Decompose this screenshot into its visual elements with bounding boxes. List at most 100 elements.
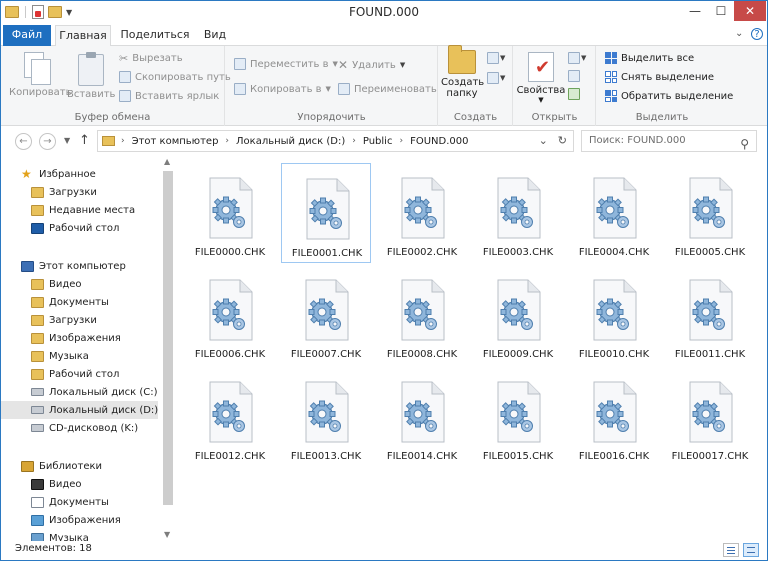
search-icon[interactable]: ⚲ <box>740 134 749 154</box>
file-item[interactable]: FILE0007.CHK <box>281 265 371 365</box>
nav-pc-downloads[interactable]: Загрузки <box>1 311 161 329</box>
file-name: FILE0011.CHK <box>674 349 746 360</box>
properties-button[interactable]: Свойства ▼ <box>516 50 566 104</box>
select-all-button[interactable]: Выделить все <box>605 52 694 64</box>
nav-lib-video[interactable]: Видео <box>1 475 161 493</box>
history-icon[interactable] <box>568 88 580 100</box>
breadcrumb-disk-d[interactable]: Локальный диск (D:) <box>236 136 345 147</box>
system-file-gear-icon <box>398 176 446 240</box>
breadcrumb-public[interactable]: Public <box>363 136 393 147</box>
file-item[interactable]: FILE0005.CHK <box>665 163 755 263</box>
system-file-gear-icon <box>206 278 254 342</box>
recent-locations-icon[interactable]: ▼ <box>64 136 70 145</box>
nav-downloads[interactable]: Загрузки <box>1 183 161 201</box>
ribbon-expand-icon[interactable]: ⌄ <box>735 28 743 39</box>
delete-button[interactable]: ✕ Удалить ▼ <box>338 58 405 72</box>
chevron-right-icon[interactable]: › <box>352 136 356 146</box>
file-item[interactable]: FILE0003.CHK <box>473 163 563 263</box>
file-item[interactable]: FILE0008.CHK <box>377 265 467 365</box>
nav-label: Загрузки <box>49 314 97 326</box>
tab-view[interactable]: Вид <box>197 25 233 46</box>
file-item[interactable]: FILE0001.CHK <box>281 163 371 263</box>
nav-pc-music[interactable]: Музыка <box>1 347 161 365</box>
rename-button[interactable]: Переименовать <box>338 83 437 95</box>
new-folder-label-2: папку <box>446 88 478 99</box>
nav-pc-desktop[interactable]: Рабочий стол <box>1 365 161 383</box>
nav-disk-c[interactable]: Локальный диск (C:) <box>1 383 161 401</box>
chevron-right-icon: › <box>121 136 125 146</box>
nav-pc-pictures[interactable]: Изображения <box>1 329 161 347</box>
nav-cd-drive[interactable]: CD-дисковод (K:) <box>1 419 161 437</box>
invert-selection-button[interactable]: Обратить выделение <box>605 90 733 102</box>
chevron-right-icon[interactable]: › <box>399 136 403 146</box>
open-button[interactable]: ▼ <box>568 52 586 64</box>
nav-desktop[interactable]: Рабочий стол <box>1 219 161 237</box>
file-item[interactable]: FILE0012.CHK <box>185 367 275 467</box>
cd-drive-icon <box>31 424 44 432</box>
nav-disk-d[interactable]: Локальный диск (D:) <box>1 401 158 419</box>
back-button[interactable]: ← <box>15 133 32 150</box>
large-icons-view-button[interactable] <box>743 543 759 557</box>
address-bar[interactable]: › Этот компьютер › Локальный диск (D:) ›… <box>97 130 574 152</box>
new-folder-button[interactable]: Создать папку <box>441 45 484 99</box>
file-item[interactable]: FILE0009.CHK <box>473 265 563 365</box>
system-file-gear-icon <box>302 380 350 444</box>
nav-favorites[interactable]: ★ Избранное <box>1 165 161 183</box>
nav-recent[interactable]: Недавние места <box>1 201 161 219</box>
minimize-button[interactable]: — <box>682 1 708 21</box>
breadcrumb-found[interactable]: FOUND.000 <box>410 136 468 147</box>
copy-button[interactable]: Копировать <box>9 50 71 98</box>
scroll-down-icon[interactable]: ▼ <box>164 530 170 539</box>
tab-home[interactable]: Главная <box>55 25 111 47</box>
nav-label: Рабочий стол <box>49 368 120 380</box>
move-to-button[interactable]: Переместить в ▼ <box>234 58 338 70</box>
nav-lib-documents[interactable]: Документы <box>1 493 161 511</box>
file-item[interactable]: FILE0002.CHK <box>377 163 467 263</box>
nav-this-pc[interactable]: Этот компьютер <box>1 257 161 275</box>
address-dropdown-icon[interactable]: ⌄ <box>539 134 548 147</box>
file-item[interactable]: FILE0006.CHK <box>185 265 275 365</box>
file-item[interactable]: FILE0004.CHK <box>569 163 659 263</box>
nav-pc-documents[interactable]: Документы <box>1 293 161 311</box>
tab-share[interactable]: Поделиться <box>115 25 195 46</box>
scroll-up-icon[interactable]: ▲ <box>164 157 170 166</box>
breadcrumb-this-pc[interactable]: Этот компьютер <box>132 136 219 147</box>
file-item[interactable]: FILE0014.CHK <box>377 367 467 467</box>
chevron-right-icon[interactable]: › <box>225 136 229 146</box>
file-name: FILE0004.CHK <box>578 247 650 258</box>
nav-lib-pictures[interactable]: Изображения <box>1 511 161 529</box>
paste-shortcut-button[interactable]: Вставить ярлык <box>119 90 219 102</box>
select-none-button[interactable]: Снять выделение <box>605 71 714 83</box>
easy-access-button[interactable]: ▼ <box>487 72 505 84</box>
tab-file[interactable]: Файл <box>3 25 51 46</box>
file-item[interactable]: FILE0000.CHK <box>185 163 275 263</box>
file-item[interactable]: FILE0015.CHK <box>473 367 563 467</box>
file-item[interactable]: FILE0013.CHK <box>281 367 371 467</box>
nav-lib-music[interactable]: Музыка <box>1 529 161 541</box>
file-name: FILE0010.CHK <box>578 349 650 360</box>
nav-libraries[interactable]: Библиотеки <box>1 457 161 475</box>
maximize-button[interactable]: ☐ <box>708 1 734 21</box>
up-arrow-icon[interactable]: ↑ <box>79 133 90 148</box>
cut-button[interactable]: ✂ Вырезать <box>119 52 183 65</box>
file-item[interactable]: FILE0011.CHK <box>665 265 755 365</box>
paste-button[interactable]: Вставить <box>67 50 115 100</box>
easy-access-icon <box>487 72 499 84</box>
copy-to-button[interactable]: Копировать в ▼ <box>234 83 331 95</box>
nav-pc-video[interactable]: Видео <box>1 275 161 293</box>
copy-path-button[interactable]: Скопировать путь <box>119 71 231 83</box>
new-item-button[interactable]: ▼ <box>487 52 505 64</box>
edit-icon[interactable] <box>568 70 580 82</box>
new-folder-icon <box>448 45 476 74</box>
close-button[interactable]: ✕ <box>734 1 766 21</box>
search-input[interactable]: Поиск: FOUND.000 ⚲ <box>581 130 757 152</box>
forward-button[interactable]: → <box>39 133 56 150</box>
help-icon[interactable]: ? <box>751 28 763 40</box>
file-item[interactable]: FILE0016.CHK <box>569 367 659 467</box>
file-item[interactable]: FILE00017.CHK <box>665 367 755 467</box>
details-view-button[interactable] <box>723 543 739 557</box>
refresh-icon[interactable]: ↻ <box>558 134 567 147</box>
nav-scrollbar[interactable]: ▲ ▼ <box>161 155 177 541</box>
scrollbar-thumb[interactable] <box>163 171 173 505</box>
file-item[interactable]: FILE0010.CHK <box>569 265 659 365</box>
